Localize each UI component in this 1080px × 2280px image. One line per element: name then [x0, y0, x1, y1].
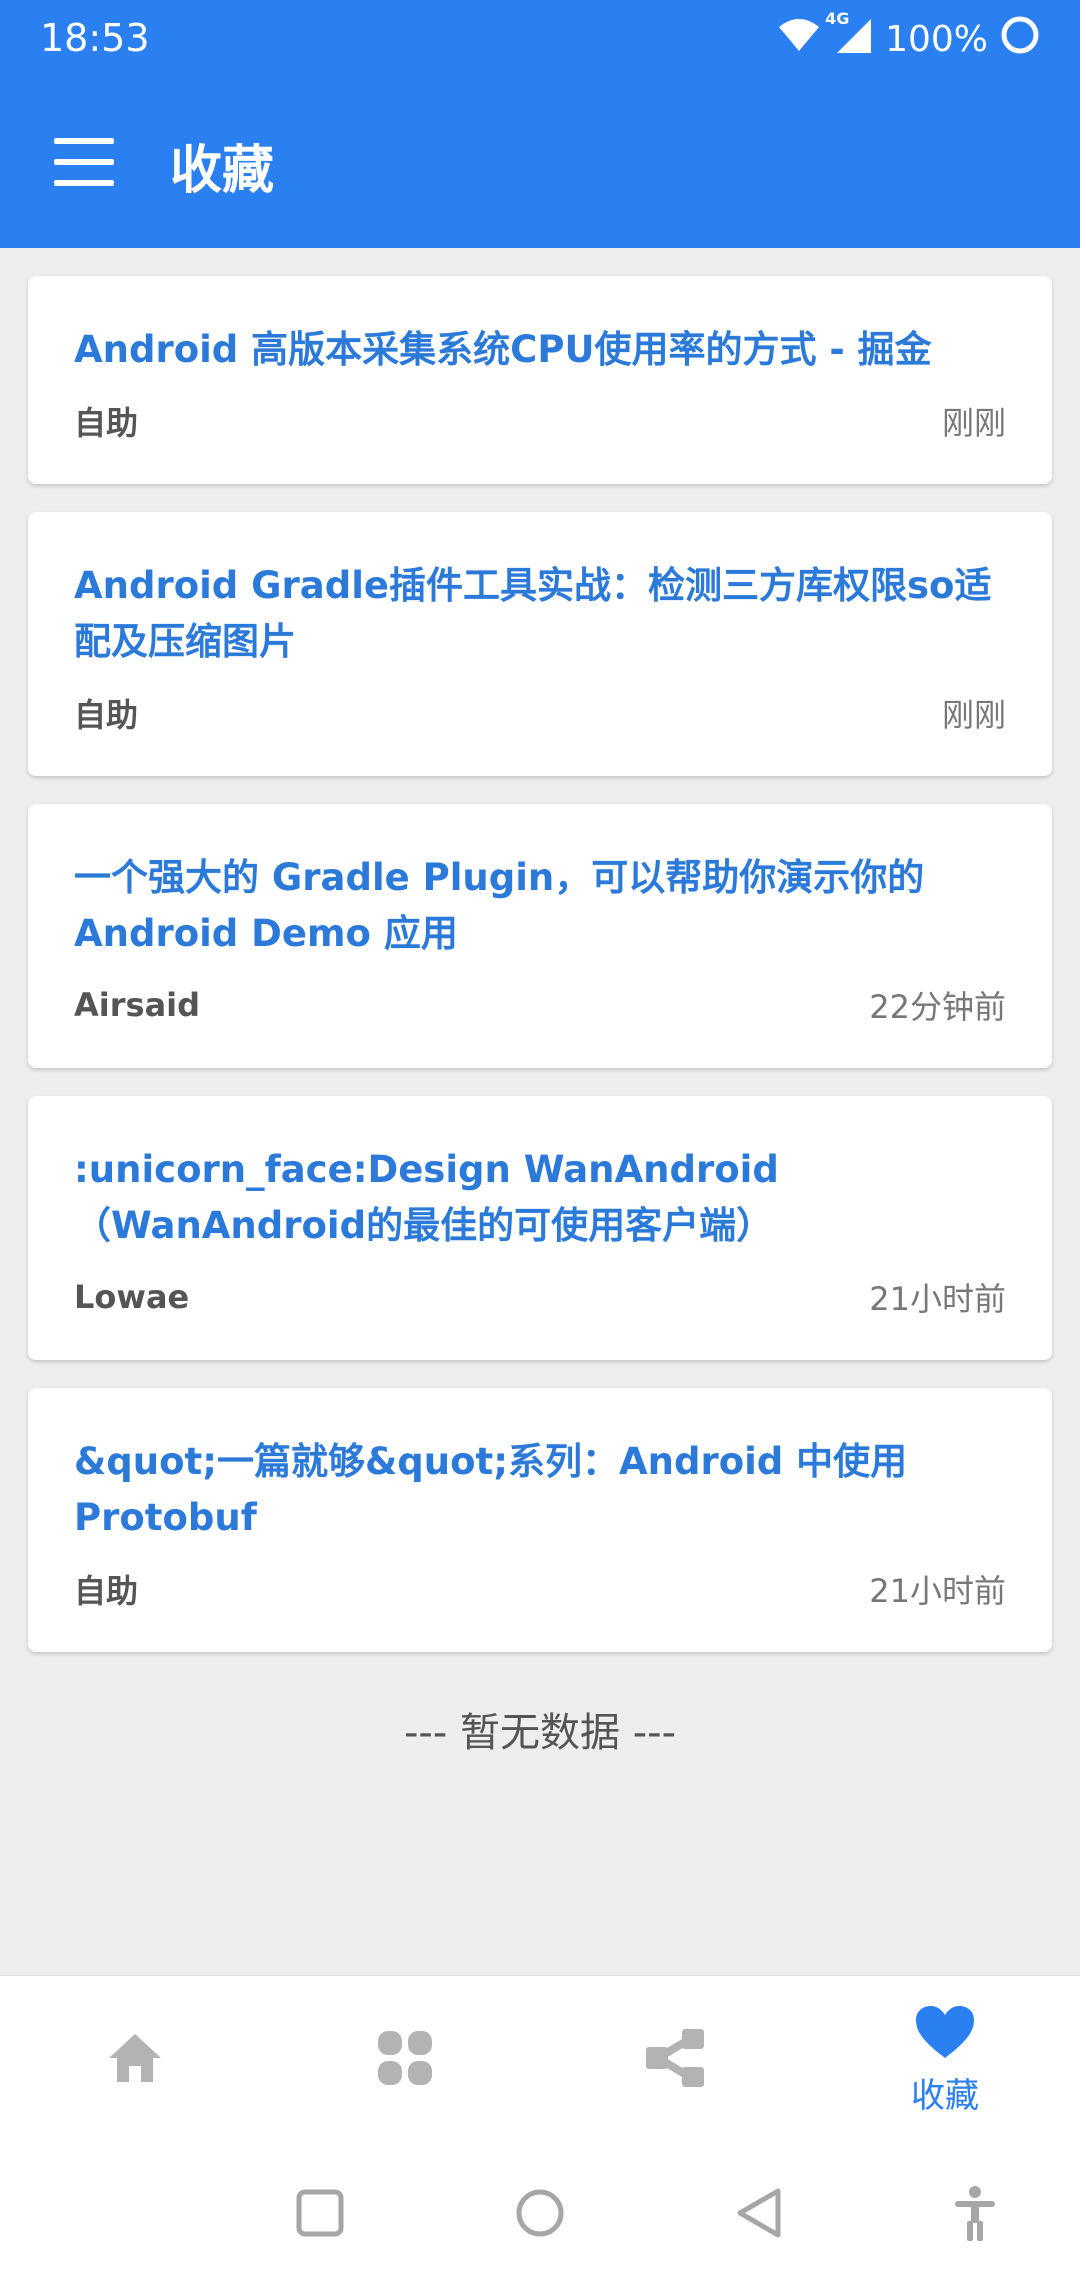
share-icon [644, 2029, 706, 2091]
article-meta: 自助 21小时前 [74, 1566, 1006, 1612]
battery-icon [1000, 15, 1040, 64]
article-author: 自助 [74, 404, 139, 442]
article-meta: 自助 刚刚 [74, 398, 1006, 444]
article-card[interactable]: &quot;一篇就够&quot;系列：Android 中使用 Protobuf … [28, 1388, 1052, 1652]
article-meta: Airsaid 22分钟前 [74, 982, 1006, 1028]
article-time: 22分钟前 [869, 988, 1006, 1026]
article-meta: 自助 刚刚 [74, 690, 1006, 736]
article-author: Lowae [74, 1278, 190, 1316]
home-icon [105, 2030, 165, 2090]
nav-label-favorites: 收藏 [911, 2075, 979, 2116]
article-time: 21小时前 [869, 1572, 1006, 1610]
battery-percent: 100% [885, 18, 988, 60]
nav-item-categories[interactable] [270, 1976, 540, 2144]
article-card[interactable]: Android Gradle插件工具实战：检测三方库权限so适配及压缩图片 自助… [28, 512, 1052, 776]
article-card[interactable]: Android 高版本采集系统CPU使用率的方式 - 掘金 自助 刚刚 [28, 276, 1052, 484]
article-title: Android 高版本采集系统CPU使用率的方式 - 掘金 [74, 328, 932, 371]
article-card[interactable]: :unicorn_face:Design WanAndroid（WanAndro… [28, 1096, 1052, 1360]
article-title: &quot;一篇就够&quot;系列：Android 中使用 Protobuf [74, 1440, 908, 1539]
article-author: 自助 [74, 696, 139, 734]
signal-icon: 4G [825, 9, 873, 64]
app-bar: 收藏 [0, 78, 1080, 248]
wifi-icon [777, 17, 821, 62]
article-title: Android Gradle插件工具实战：检测三方库权限so适配及压缩图片 [74, 564, 992, 663]
empty-state-text: --- 暂无数据 --- [403, 1710, 677, 1756]
article-meta: Lowae 21小时前 [74, 1274, 1006, 1320]
article-time: 21小时前 [869, 1280, 1006, 1318]
accessibility-icon[interactable] [945, 2183, 1005, 2243]
back-button[interactable] [730, 2183, 790, 2243]
heart-icon [914, 2004, 976, 2064]
article-author: Airsaid [74, 986, 201, 1024]
recents-button[interactable] [290, 2183, 350, 2243]
status-time: 18:53 [40, 16, 150, 60]
article-title: 一个强大的 Gradle Plugin，可以帮助你演示你的 Android De… [74, 856, 925, 955]
page-title: 收藏 [170, 141, 275, 201]
article-author: 自助 [74, 1572, 139, 1610]
article-time: 刚刚 [941, 696, 1006, 734]
home-button[interactable] [510, 2183, 570, 2243]
system-nav-bar [0, 2143, 1080, 2280]
bottom-nav: 收藏 [0, 1975, 1080, 2143]
menu-icon[interactable] [54, 138, 114, 186]
network-type: 4G [825, 8, 850, 28]
article-card[interactable]: 一个强大的 Gradle Plugin，可以帮助你演示你的 Android De… [28, 804, 1052, 1068]
article-title: :unicorn_face:Design WanAndroid（WanAndro… [74, 1148, 779, 1247]
article-time: 刚刚 [941, 404, 1006, 442]
status-icons: 4G 100% [777, 9, 1040, 64]
status-bar: 18:53 4G 100% [0, 0, 1080, 78]
nav-item-share[interactable] [540, 1976, 810, 2144]
article-list: Android 高版本采集系统CPU使用率的方式 - 掘金 自助 刚刚 Andr… [28, 276, 1052, 1680]
nav-item-home[interactable] [0, 1976, 270, 2144]
grid-icon [376, 2029, 434, 2091]
nav-item-favorites[interactable]: 收藏 [810, 1976, 1080, 2144]
